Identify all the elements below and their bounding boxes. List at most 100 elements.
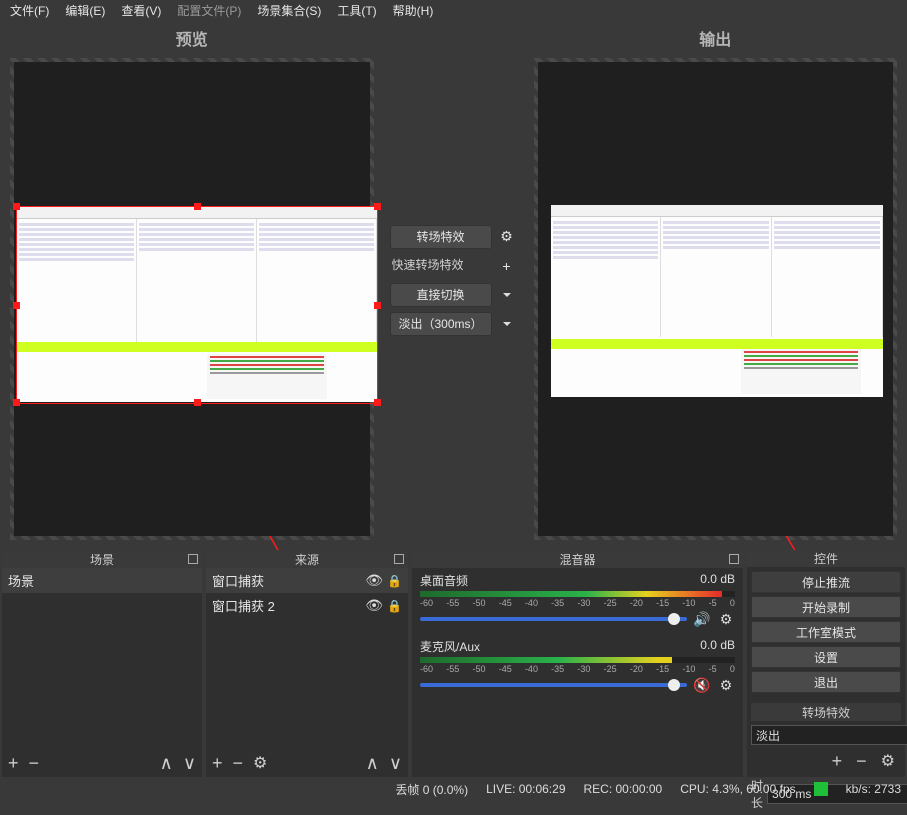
resize-handle[interactable] — [374, 399, 381, 406]
move-up-button[interactable] — [160, 753, 173, 774]
settings-button[interactable]: 设置 — [751, 646, 901, 668]
move-down-button[interactable] — [389, 753, 402, 774]
dock-header[interactable]: 来源 — [206, 550, 408, 568]
program-source-thumb — [551, 205, 883, 397]
add-scene-button[interactable] — [8, 753, 19, 774]
vu-ticks: -60-55-50-45-40-35-30-25-20-15-10-50 — [420, 598, 735, 608]
program-canvas[interactable]: 开始直播 — [534, 58, 898, 540]
stat-dropped: 丢帧 0 (0.0%) — [395, 781, 468, 798]
resize-handle[interactable] — [374, 302, 381, 309]
quick-transition-label: 快速转场特效 — [390, 254, 492, 278]
transition-button[interactable]: 转场特效 — [390, 225, 492, 249]
channel-level: 0.0 dB — [700, 638, 735, 655]
lock-icon[interactable]: 🔒 — [387, 574, 402, 588]
dock-header[interactable]: 控件 — [747, 550, 905, 567]
popout-icon[interactable] — [188, 554, 198, 564]
remove-source-button[interactable] — [233, 753, 244, 774]
popout-icon[interactable] — [394, 554, 404, 564]
lock-icon[interactable]: 🔒 — [387, 599, 402, 613]
channel-name: 桌面音频 — [420, 572, 468, 589]
dock-title: 来源 — [295, 551, 319, 568]
quick-transition-fade[interactable]: 淡出（300ms） — [390, 312, 492, 336]
gear-icon[interactable] — [881, 751, 895, 772]
source-props-button[interactable] — [253, 753, 267, 773]
resize-handle[interactable] — [194, 399, 201, 406]
stat-rec: REC: 00:00:00 — [584, 782, 663, 796]
menubar: 文件(F) 编辑(E) 查看(V) 配置文件(P) 场景集合(S) 工具(T) … — [0, 0, 907, 20]
move-up-button[interactable] — [366, 753, 379, 774]
remove-transition-button[interactable] — [856, 751, 867, 772]
chevron-down-icon[interactable] — [496, 313, 518, 335]
preview-label: 预览 — [0, 20, 384, 58]
menu-help[interactable]: 帮助(H) — [385, 0, 442, 21]
remove-scene-button[interactable] — [29, 753, 40, 774]
transition-select[interactable] — [751, 725, 907, 745]
speaker-icon[interactable]: 🔊 — [693, 610, 711, 628]
chevron-down-icon[interactable] — [496, 284, 518, 306]
menu-tools[interactable]: 工具(T) — [329, 0, 384, 21]
gear-icon[interactable] — [717, 610, 735, 628]
eye-icon[interactable]: 👁 — [365, 572, 383, 589]
mixer-channel: 麦克风/Aux 0.0 dB -60-55-50-45-40-35-30-25-… — [412, 634, 743, 700]
menu-edit[interactable]: 编辑(E) — [57, 0, 113, 21]
start-record-button[interactable]: 开始录制 — [751, 596, 901, 618]
stream-status-indicator — [814, 782, 828, 796]
source-name: 窗口捕获 2 — [212, 596, 275, 615]
preview-source-thumb[interactable] — [17, 207, 377, 402]
menu-profile[interactable]: 配置文件(P) — [169, 0, 249, 21]
scene-item[interactable]: 场景 — [2, 568, 202, 593]
stat-cpu: CPU: 4.3%, 60.00 fps — [680, 782, 795, 796]
resize-handle[interactable] — [374, 203, 381, 210]
mixer-dock: 混音器 桌面音频 0.0 dB -60-55-50-45-40-35-30-25… — [412, 550, 743, 777]
volume-slider[interactable] — [420, 617, 687, 621]
program-label: 输出 — [524, 20, 907, 58]
studio-mode-button[interactable]: 工作室模式 — [751, 621, 901, 643]
transition-section-label: 转场特效 — [802, 704, 850, 721]
channel-name: 麦克风/Aux — [420, 638, 480, 655]
popout-icon[interactable] — [729, 554, 739, 564]
mute-icon[interactable]: 🔇 — [693, 676, 711, 694]
menu-scene-collection[interactable]: 场景集合(S) — [249, 0, 329, 21]
eye-icon[interactable]: 👁 — [365, 597, 383, 614]
volume-slider[interactable] — [420, 683, 687, 687]
scenes-dock: 场景 场景 — [2, 550, 202, 777]
add-source-button[interactable] — [212, 753, 223, 774]
dock-title: 场景 — [90, 551, 114, 568]
resize-handle[interactable] — [13, 399, 20, 406]
plus-icon[interactable] — [496, 255, 518, 277]
quick-transition-cut[interactable]: 直接切换 — [390, 283, 492, 307]
add-transition-button[interactable] — [832, 751, 843, 772]
dock-header[interactable]: 场景 — [2, 550, 202, 568]
menu-view[interactable]: 查看(V) — [113, 0, 169, 21]
dock-header[interactable]: 混音器 — [412, 550, 743, 568]
exit-button[interactable]: 退出 — [751, 671, 901, 693]
gear-icon[interactable] — [496, 226, 518, 248]
vu-meter — [420, 591, 735, 597]
resize-handle[interactable] — [13, 203, 20, 210]
mixer-channel: 桌面音频 0.0 dB -60-55-50-45-40-35-30-25-20-… — [412, 568, 743, 634]
dock-title: 混音器 — [559, 551, 595, 568]
preview-area: 预览 — [0, 20, 907, 540]
resize-handle[interactable] — [194, 203, 201, 210]
controls-dock: 控件 停止推流 开始录制 工作室模式 设置 退出 转场特效 ▲▼ 时长 — [747, 550, 905, 777]
preview-canvas[interactable]: 来源方式 — [10, 58, 374, 540]
gear-icon[interactable] — [717, 676, 735, 694]
stat-bitrate: kb/s: 2733 — [846, 782, 901, 796]
move-down-button[interactable] — [183, 753, 196, 774]
stop-stream-button[interactable]: 停止推流 — [751, 571, 901, 593]
menu-file[interactable]: 文件(F) — [2, 0, 57, 21]
preview-column: 预览 — [0, 20, 384, 540]
sources-dock: 来源 窗口捕获 👁 🔒 窗口捕获 2 👁 🔒 — [206, 550, 408, 777]
source-name: 窗口捕获 — [212, 571, 264, 590]
transition-column: 转场特效 快速转场特效 直接切换 淡出（300ms） — [384, 20, 524, 540]
source-item[interactable]: 窗口捕获 👁 🔒 — [206, 568, 408, 593]
channel-level: 0.0 dB — [700, 572, 735, 589]
source-item[interactable]: 窗口捕获 2 👁 🔒 — [206, 593, 408, 618]
resize-handle[interactable] — [13, 302, 20, 309]
program-column: 输出 开始直播 — [524, 20, 907, 540]
scene-name: 场景 — [8, 571, 34, 590]
vu-meter — [420, 657, 735, 663]
transition-section-header: 转场特效 — [751, 703, 901, 721]
docks: 场景 场景 来源 窗口捕获 👁 🔒 — [0, 550, 907, 777]
stat-live: LIVE: 00:06:29 — [486, 782, 565, 796]
